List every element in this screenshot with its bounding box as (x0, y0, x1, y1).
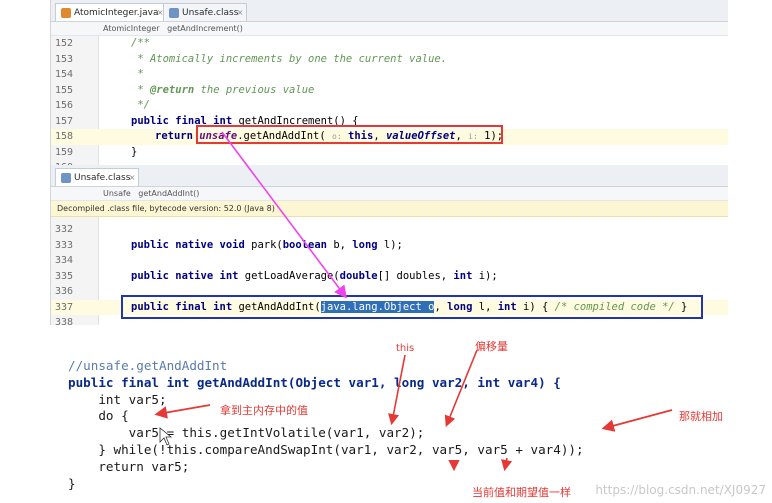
tab-unsafe-class[interactable]: Unsafe.class × (163, 3, 248, 22)
code-text: public native void park(boolean b, long … (131, 238, 403, 254)
code-text: public native int getLoadAverage(double[… (131, 269, 498, 285)
snippet-line: } while(!this.compareAndSwapInt(var1, va… (68, 441, 584, 457)
note-compare: 当前值和期望值一样 (472, 486, 571, 499)
keyword: int (453, 269, 473, 282)
code-fragment: [] doubles, (377, 269, 454, 282)
tab-atomicinteger-java[interactable]: AtomicInteger.java × (55, 3, 168, 21)
code-text: } (131, 145, 138, 158)
line-number: 152 (55, 38, 74, 49)
code-fragment: b, (327, 238, 353, 251)
close-icon[interactable]: × (237, 4, 244, 22)
note-this: this (396, 343, 415, 354)
code-line[interactable]: 335 public native int getLoadAverage(dou… (51, 269, 728, 285)
note-offset: 偏移量 (475, 340, 508, 353)
breadcrumb-item[interactable]: Unsafe (103, 189, 131, 198)
keyword: public native int (131, 269, 239, 282)
snippet-line: int var5; (68, 391, 167, 407)
code-fragment: l); (377, 238, 403, 251)
line-number: 335 (55, 270, 74, 282)
code-fragment: i); (472, 269, 498, 282)
java-file-icon (61, 8, 71, 18)
code-text: */ (131, 99, 150, 111)
line-number: 158 (55, 131, 74, 142)
decompiled-notice-bar: Decompiled .class file, bytecode version… (51, 201, 728, 217)
code-line[interactable]: 154 * (51, 67, 728, 83)
breadcrumb-item[interactable]: getAndAddInt() (138, 189, 199, 198)
breadcrumb: AtomicInteger getAndIncrement() (51, 22, 728, 36)
keyword: double (339, 269, 378, 282)
snippet-line: public final int getAndAddInt(Object var… (68, 374, 561, 390)
snippet-line: var5 = this.getIntVolatile(var1, var2); (68, 425, 425, 441)
line-number: 338 (55, 317, 74, 325)
breadcrumb-item[interactable]: getAndIncrement() (167, 24, 243, 33)
editor-tab-bar: AtomicInteger.java × Unsafe.class × (51, 0, 728, 22)
watermark: https://blog.csdn.net/XJ0927 (595, 483, 766, 497)
keyword: long (352, 238, 378, 251)
keyword: boolean (282, 238, 327, 251)
keyword: public native void (131, 238, 245, 251)
close-icon[interactable]: × (129, 169, 136, 187)
tab-label: AtomicInteger.java (74, 8, 159, 18)
line-number: 154 (55, 69, 74, 80)
code-text: * @return the previous value (131, 83, 315, 96)
code-line[interactable]: 156 */ (51, 98, 728, 114)
code-line[interactable]: 332 (51, 222, 728, 238)
line-number: 334 (55, 255, 74, 266)
line-number: 156 (55, 100, 74, 111)
code-snippet: //unsafe.getAndAddInt public final int ge… (68, 358, 584, 492)
tab-unsafe-class[interactable]: Unsafe.class × (55, 168, 140, 187)
red-highlight-box (196, 125, 503, 144)
class-file-icon (169, 8, 179, 18)
snippet-comment: //unsafe.getAndAddInt (68, 358, 228, 373)
code-line[interactable]: 152 /** (51, 36, 728, 52)
line-number: 155 (55, 84, 74, 96)
code-text: * Atomically increments by one the curre… (131, 52, 448, 65)
line-number: 333 (55, 239, 74, 251)
line-number: 159 (55, 146, 74, 158)
code-text: * (131, 68, 144, 80)
code-line[interactable]: 334 (51, 253, 728, 269)
line-number: 337 (55, 301, 74, 313)
line-number: 153 (55, 53, 74, 65)
snippet-line: do { (68, 408, 129, 424)
javadoc-text: the previous value (194, 83, 315, 96)
code-line[interactable]: 159 } (51, 145, 728, 161)
code-fragment: park( (244, 238, 283, 251)
blue-highlight-box (121, 295, 703, 319)
note-add: 那就相加 (679, 410, 723, 423)
snippet-line: return var5; (68, 458, 190, 474)
line-number: 157 (55, 115, 74, 127)
note-read-main-memory: 拿到主内存中的值 (220, 404, 308, 417)
editor-tab-bar: Unsafe.class × (51, 165, 728, 187)
code-fragment: getLoadAverage( (238, 269, 340, 282)
code-line[interactable]: 153 * Atomically increments by one the c… (51, 52, 728, 68)
keyword: return (155, 130, 193, 142)
code-text: /** (131, 37, 150, 49)
breadcrumb: Unsafe getAndAddInt() (51, 187, 728, 201)
code-line[interactable]: 333 public native void park(boolean b, l… (51, 238, 728, 254)
line-number: 332 (55, 224, 74, 235)
class-file-icon (61, 173, 71, 183)
javadoc-tag: @return (149, 83, 195, 96)
code-line[interactable]: 155 * @return the previous value (51, 83, 728, 99)
tab-label: Unsafe.class (182, 8, 239, 18)
red-arrow-add (601, 409, 673, 432)
breadcrumb-item[interactable]: AtomicInteger (103, 24, 160, 33)
line-number: 336 (55, 286, 74, 297)
tab-label: Unsafe.class (74, 173, 131, 183)
